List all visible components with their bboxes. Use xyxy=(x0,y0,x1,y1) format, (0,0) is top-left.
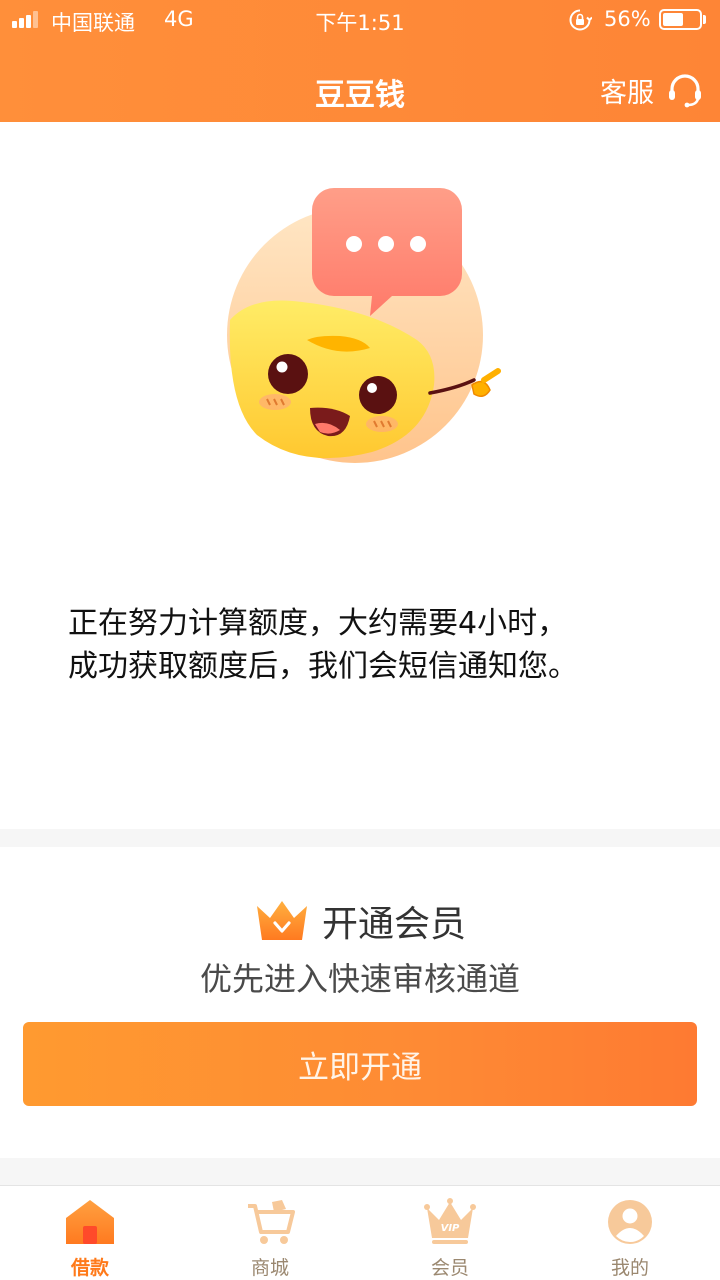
tab-label-mall: 商城 xyxy=(250,1257,289,1279)
bean-mascot-illustration xyxy=(227,188,501,463)
section-divider xyxy=(0,829,720,847)
membership-subtitle: 优先进入快速审核通道 xyxy=(199,960,520,998)
crown-icon xyxy=(256,901,307,940)
home-icon xyxy=(66,1200,114,1244)
rotation-lock-icon xyxy=(569,9,592,31)
app-header: 中国联通 4G 下午1:51 56% 豆豆钱 客服 xyxy=(0,0,720,122)
message-line-1: 正在努力计算额度，大约需要4小时， xyxy=(68,606,568,641)
membership-title-row: 开通会员 xyxy=(0,893,720,949)
activate-membership-button[interactable]: 立即开通 xyxy=(23,1022,697,1106)
membership-title: 开通会员 xyxy=(321,904,466,945)
bottom-divider xyxy=(0,1158,720,1185)
vip-crown-icon: VIP xyxy=(424,1198,476,1244)
tab-mall[interactable]: 商城 xyxy=(180,1186,360,1280)
message-line-2: 成功获取额度后，我们会短信通知您。 xyxy=(68,649,578,684)
credit-calculation-message: 正在努力计算额度，大约需要4小时， 成功获取额度后，我们会短信通知您。 xyxy=(68,602,668,688)
tab-label-membership: 会员 xyxy=(430,1257,469,1279)
tab-label-profile: 我的 xyxy=(610,1257,649,1279)
cart-icon xyxy=(248,1200,295,1244)
tab-membership[interactable]: VIP 会员 xyxy=(360,1186,540,1280)
bottom-tab-bar: 借款 商城 VIP 会员 我的 xyxy=(0,1185,720,1280)
tab-loan[interactable]: 借款 xyxy=(0,1186,180,1280)
battery-tip xyxy=(703,15,706,24)
customer-service-label: 客服 xyxy=(600,77,654,109)
battery-percent: 56% xyxy=(604,7,651,31)
customer-service-button[interactable]: 客服 xyxy=(600,68,704,112)
profile-icon xyxy=(608,1200,652,1244)
svg-text:VIP: VIP xyxy=(441,1223,460,1234)
status-bar: 中国联通 4G 下午1:51 56% xyxy=(0,0,720,40)
headset-icon xyxy=(669,74,701,108)
tab-label-loan: 借款 xyxy=(70,1257,109,1279)
battery-icon xyxy=(659,9,702,30)
battery-level xyxy=(663,13,683,26)
tab-profile[interactable]: 我的 xyxy=(540,1186,720,1280)
